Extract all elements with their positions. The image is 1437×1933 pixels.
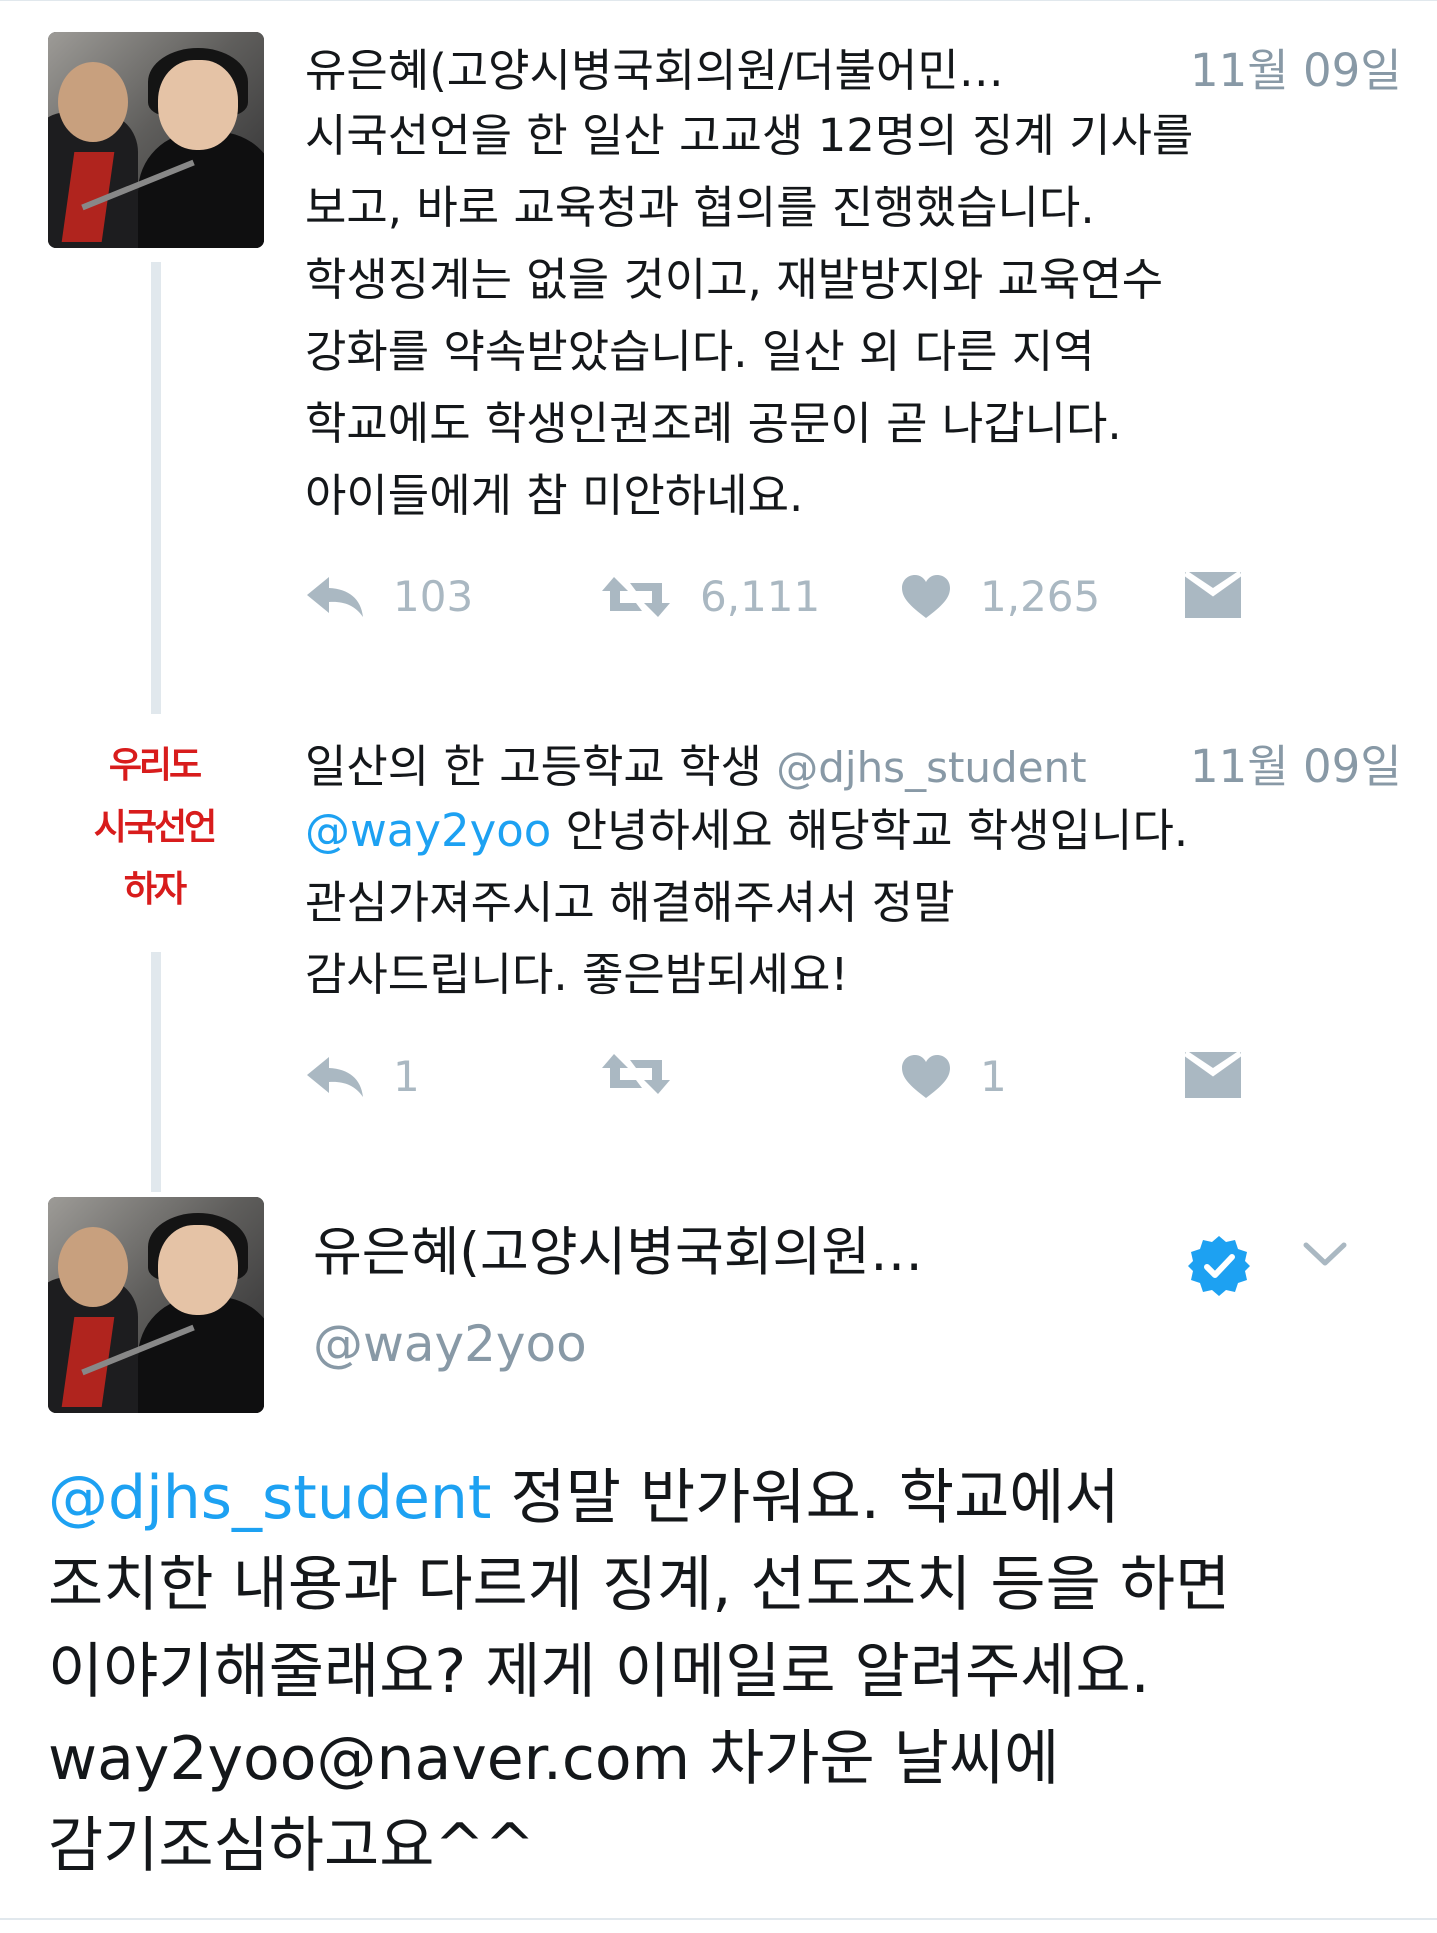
tweet-text: @way2yoo 안녕하세요 해당학교 학생입니다. 관심가져주시고 해결해주셔… <box>305 795 1405 1011</box>
author-handle[interactable]: @way2yoo <box>313 1315 587 1373</box>
reply-icon <box>307 576 363 617</box>
mention-link[interactable]: @way2yoo <box>305 804 551 857</box>
text-line: 학교에도 학생인권조례 공문이 곧 나갑니다. <box>305 397 1122 450</box>
text-line: 관심가져주시고 해결해주셔서 정말 <box>305 876 955 929</box>
text-segment: 정말 반가워요. 학교에서 <box>491 1463 1120 1533</box>
retweet-icon <box>602 1054 670 1094</box>
chevron-down-icon[interactable] <box>1300 1235 1350 1275</box>
sticker-text: 우리도 <box>108 745 202 786</box>
text-line: 보고, 바로 교육청과 협의를 진행했습니다. <box>305 181 1095 234</box>
author-name[interactable]: 유은혜(고양시병국회의원/더불어민… <box>305 34 1004 99</box>
timestamp[interactable]: 11월 09일 <box>1190 730 1402 795</box>
retweet-count: 6,111 <box>700 572 821 621</box>
sticker-text: 시국선언 <box>93 807 217 848</box>
reply-button[interactable]: 103 <box>305 572 473 621</box>
reply-button[interactable]: 1 <box>305 1052 420 1101</box>
avatar[interactable] <box>48 1197 264 1413</box>
text-line: @djhs_student 정말 반가워요. 학교에서 <box>48 1455 1428 1542</box>
timestamp[interactable]: 11월 09일 <box>1190 34 1402 99</box>
reply-count: 1 <box>393 1052 420 1101</box>
like-count: 1,265 <box>980 572 1101 621</box>
text-line: 시국선언을 한 일산 고교생 12명의 징계 기사를 <box>305 109 1194 162</box>
text-line: 강화를 약속받았습니다. 일산 외 다른 지역 <box>305 325 1095 378</box>
reply-icon <box>307 1056 363 1097</box>
dm-button[interactable] <box>1185 572 1241 618</box>
tweet-text: 시국선언을 한 일산 고교생 12명의 징계 기사를 보고, 바로 교육청과 협… <box>305 100 1405 532</box>
author-name[interactable]: 일산의 한 고등학교 학생 @djhs_student <box>305 730 1087 795</box>
verified-badge-icon <box>1188 1236 1250 1296</box>
sticker-text: 하자 <box>123 869 187 910</box>
bottom-divider <box>0 1918 1437 1920</box>
reply-count: 103 <box>393 572 474 621</box>
retweet-button[interactable] <box>600 1052 700 1096</box>
avatar[interactable] <box>48 32 264 248</box>
avatar-sticker[interactable]: 우리도 시국선언 하자 <box>64 735 244 925</box>
thread-connector <box>151 952 161 1192</box>
tweet-actions: 103 6,111 1,265 <box>305 572 1305 632</box>
display-name[interactable]: 일산의 한 고등학교 학생 <box>305 740 762 793</box>
dm-icon <box>1185 1052 1241 1098</box>
retweet-icon <box>602 576 670 617</box>
dm-icon <box>1185 572 1241 618</box>
like-button[interactable]: 1,265 <box>900 572 1100 621</box>
like-button[interactable]: 1 <box>900 1052 1007 1101</box>
thread-connector <box>151 262 161 714</box>
like-icon <box>902 574 950 618</box>
text-line: 감사드립니다. 좋은밤되세요! <box>305 948 849 1001</box>
text-segment: 안녕하세요 해당학교 학생입니다. <box>551 804 1189 857</box>
author-handle[interactable]: @djhs_student <box>776 743 1086 792</box>
text-line: 아이들에게 참 미안하네요. <box>305 469 804 522</box>
dm-button[interactable] <box>1185 1052 1241 1098</box>
text-line: 이야기해줄래요? 제게 이메일로 알려주세요. <box>48 1637 1150 1707</box>
text-line: 학생징계는 없을 것이고, 재발방지와 교육연수 <box>305 253 1164 306</box>
tweet-actions: 1 1 <box>305 1052 1305 1112</box>
retweet-button[interactable]: 6,111 <box>600 572 820 621</box>
like-count: 1 <box>980 1052 1007 1101</box>
top-divider <box>0 0 1437 1</box>
like-icon <box>902 1054 950 1098</box>
mention-link[interactable]: @djhs_student <box>48 1463 491 1533</box>
text-line: 조치한 내용과 다르게 징계, 선도조치 등을 하면 <box>48 1550 1231 1620</box>
text-line: @way2yoo 안녕하세요 해당학교 학생입니다. <box>305 795 1405 867</box>
author-name[interactable]: 유은혜(고양시병국회의원… <box>313 1210 923 1286</box>
tweet-text: @djhs_student 정말 반가워요. 학교에서 조치한 내용과 다르게 … <box>48 1455 1428 1890</box>
text-line: way2yoo@naver.com 차가운 날씨에 <box>48 1724 1060 1794</box>
text-line: 감기조심하고요^^ <box>48 1811 535 1881</box>
